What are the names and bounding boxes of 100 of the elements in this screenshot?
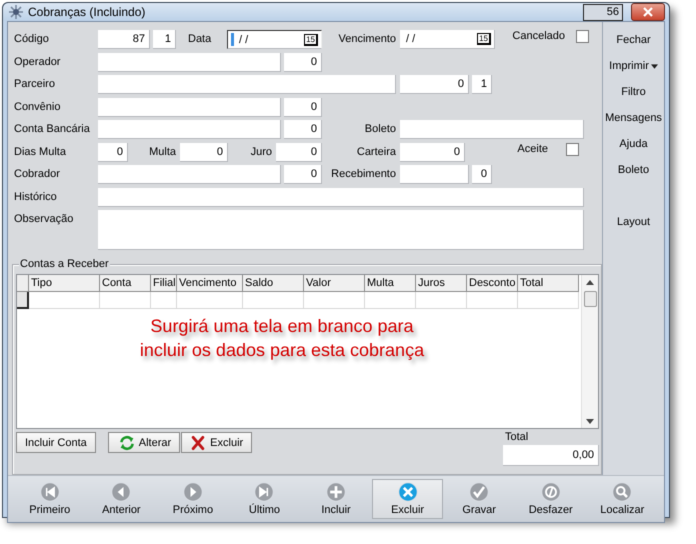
plus-icon xyxy=(326,482,346,502)
table-cell xyxy=(151,292,177,309)
group-title: Contas a Receber xyxy=(19,258,110,270)
input-field[interactable]: 0 xyxy=(284,98,322,116)
field-label: Cobrador xyxy=(14,167,61,182)
input-field[interactable] xyxy=(98,188,584,206)
field-label: Convênio xyxy=(14,100,62,114)
slashed-circle-icon xyxy=(540,482,561,502)
side-button[interactable]: Imprimir xyxy=(609,53,658,79)
input-field[interactable]: 0 xyxy=(284,52,322,72)
side-button[interactable]: Fechar xyxy=(616,27,651,53)
action-button[interactable]: Excluir xyxy=(181,432,252,453)
field-label: Operador xyxy=(14,54,62,70)
input-field[interactable]: 0 xyxy=(284,165,322,184)
date-field[interactable]: / / 15 xyxy=(400,30,495,49)
input-field[interactable]: 1 xyxy=(472,75,492,94)
field-label: Código xyxy=(14,32,50,47)
action-button[interactable]: Alterar xyxy=(108,432,180,453)
column-header[interactable]: Juros xyxy=(416,275,467,292)
input-field[interactable] xyxy=(98,75,396,94)
calendar-icon[interactable]: 15 xyxy=(477,33,491,45)
column-header[interactable]: Multa xyxy=(365,275,416,292)
total-field[interactable]: 0,00 xyxy=(503,445,599,466)
record-counter: 56 xyxy=(583,4,623,20)
table-cell xyxy=(518,292,579,309)
field-label: Carteira xyxy=(356,144,397,160)
date-field[interactable]: / / 15 xyxy=(227,30,322,49)
toolbar-button[interactable]: Próximo xyxy=(157,479,229,519)
input-field[interactable]: 0 xyxy=(472,165,492,184)
input-field[interactable]: 0 xyxy=(284,120,322,139)
x-circle-icon xyxy=(398,482,418,502)
input-field[interactable] xyxy=(400,165,469,184)
input-field[interactable]: 87 xyxy=(98,30,150,49)
side-button[interactable]: Ajuda xyxy=(619,131,648,157)
scrollbar[interactable] xyxy=(581,275,598,428)
input-field[interactable]: 0 xyxy=(98,142,128,162)
close-icon xyxy=(642,7,654,17)
input-field[interactable] xyxy=(400,120,584,139)
table-cell xyxy=(243,292,304,309)
field-label: Dias Multa xyxy=(14,144,67,160)
row-indicator xyxy=(17,292,29,309)
checkbox-label: Aceite xyxy=(516,142,549,156)
input-field[interactable]: 0 xyxy=(180,142,228,162)
side-button[interactable]: Filtro xyxy=(621,79,646,105)
column-header[interactable]: Desconto xyxy=(467,275,518,292)
search-icon xyxy=(612,482,632,502)
input-field[interactable]: 1 xyxy=(153,30,176,49)
app-icon xyxy=(8,4,24,20)
column-header[interactable]: Valor xyxy=(304,275,365,292)
input-field[interactable] xyxy=(98,52,281,72)
close-button[interactable] xyxy=(631,3,665,21)
input-field[interactable]: 0 xyxy=(400,142,465,162)
toolbar-button[interactable]: Último xyxy=(228,479,300,519)
table-cell xyxy=(365,292,416,309)
table-cell xyxy=(29,292,100,309)
checkbox-label: Cancelado xyxy=(511,29,566,44)
column-header[interactable]: Total xyxy=(518,275,579,292)
input-field[interactable] xyxy=(98,98,281,116)
annotation-text: Surgirá uma tela em branco para incluir os dados para esta cobrança xyxy=(138,315,426,362)
x-icon xyxy=(190,434,206,450)
text-area[interactable] xyxy=(98,210,584,250)
field-label: Observação xyxy=(14,212,74,227)
input-field[interactable] xyxy=(98,165,281,184)
action-button[interactable]: Incluir Conta xyxy=(16,432,96,453)
checkbox[interactable] xyxy=(576,30,589,43)
table-cell xyxy=(177,292,243,309)
scroll-down-icon[interactable] xyxy=(586,419,594,424)
column-header[interactable]: Conta xyxy=(100,275,151,292)
input-field[interactable]: 0 xyxy=(400,75,469,94)
toolbar-button[interactable]: Anterior xyxy=(86,479,158,519)
field-label: Vencimento xyxy=(338,32,397,47)
field-label: Boleto xyxy=(364,122,397,137)
input-field[interactable] xyxy=(98,120,281,139)
column-header[interactable]: Vencimento xyxy=(177,275,243,292)
skip-icon xyxy=(254,482,274,502)
toolbar-button[interactable]: Primeiro xyxy=(14,479,86,519)
toolbar-button[interactable]: Excluir xyxy=(372,479,444,519)
side-button[interactable]: Mensagens xyxy=(605,105,662,131)
column-header[interactable]: Filial xyxy=(151,275,177,292)
text-cursor xyxy=(231,33,234,46)
calendar-icon[interactable]: 15 xyxy=(304,34,318,46)
window-title: Cobranças (Incluindo) xyxy=(28,5,146,19)
checkbox[interactable] xyxy=(566,142,579,156)
side-button[interactable]: Boleto xyxy=(618,157,650,183)
refresh-icon xyxy=(118,434,135,450)
column-header[interactable]: Tipo xyxy=(29,275,100,292)
field-label: Histórico xyxy=(14,190,58,204)
toolbar-button[interactable]: Incluir xyxy=(300,479,372,519)
side-button[interactable]: Layout xyxy=(616,209,650,235)
scroll-up-icon[interactable] xyxy=(586,280,594,285)
toolbar-button[interactable]: Gravar xyxy=(443,479,515,519)
skip-icon xyxy=(40,482,60,502)
toolbar-button[interactable]: Desfazer xyxy=(514,479,586,519)
table-cell xyxy=(416,292,467,309)
table-cell xyxy=(100,292,151,309)
toolbar-button[interactable]: Localizar xyxy=(586,479,658,519)
column-header[interactable]: Saldo xyxy=(243,275,304,292)
scroll-thumb[interactable] xyxy=(584,291,596,307)
input-field[interactable]: 0 xyxy=(276,142,322,162)
field-label: Multa xyxy=(148,144,177,160)
